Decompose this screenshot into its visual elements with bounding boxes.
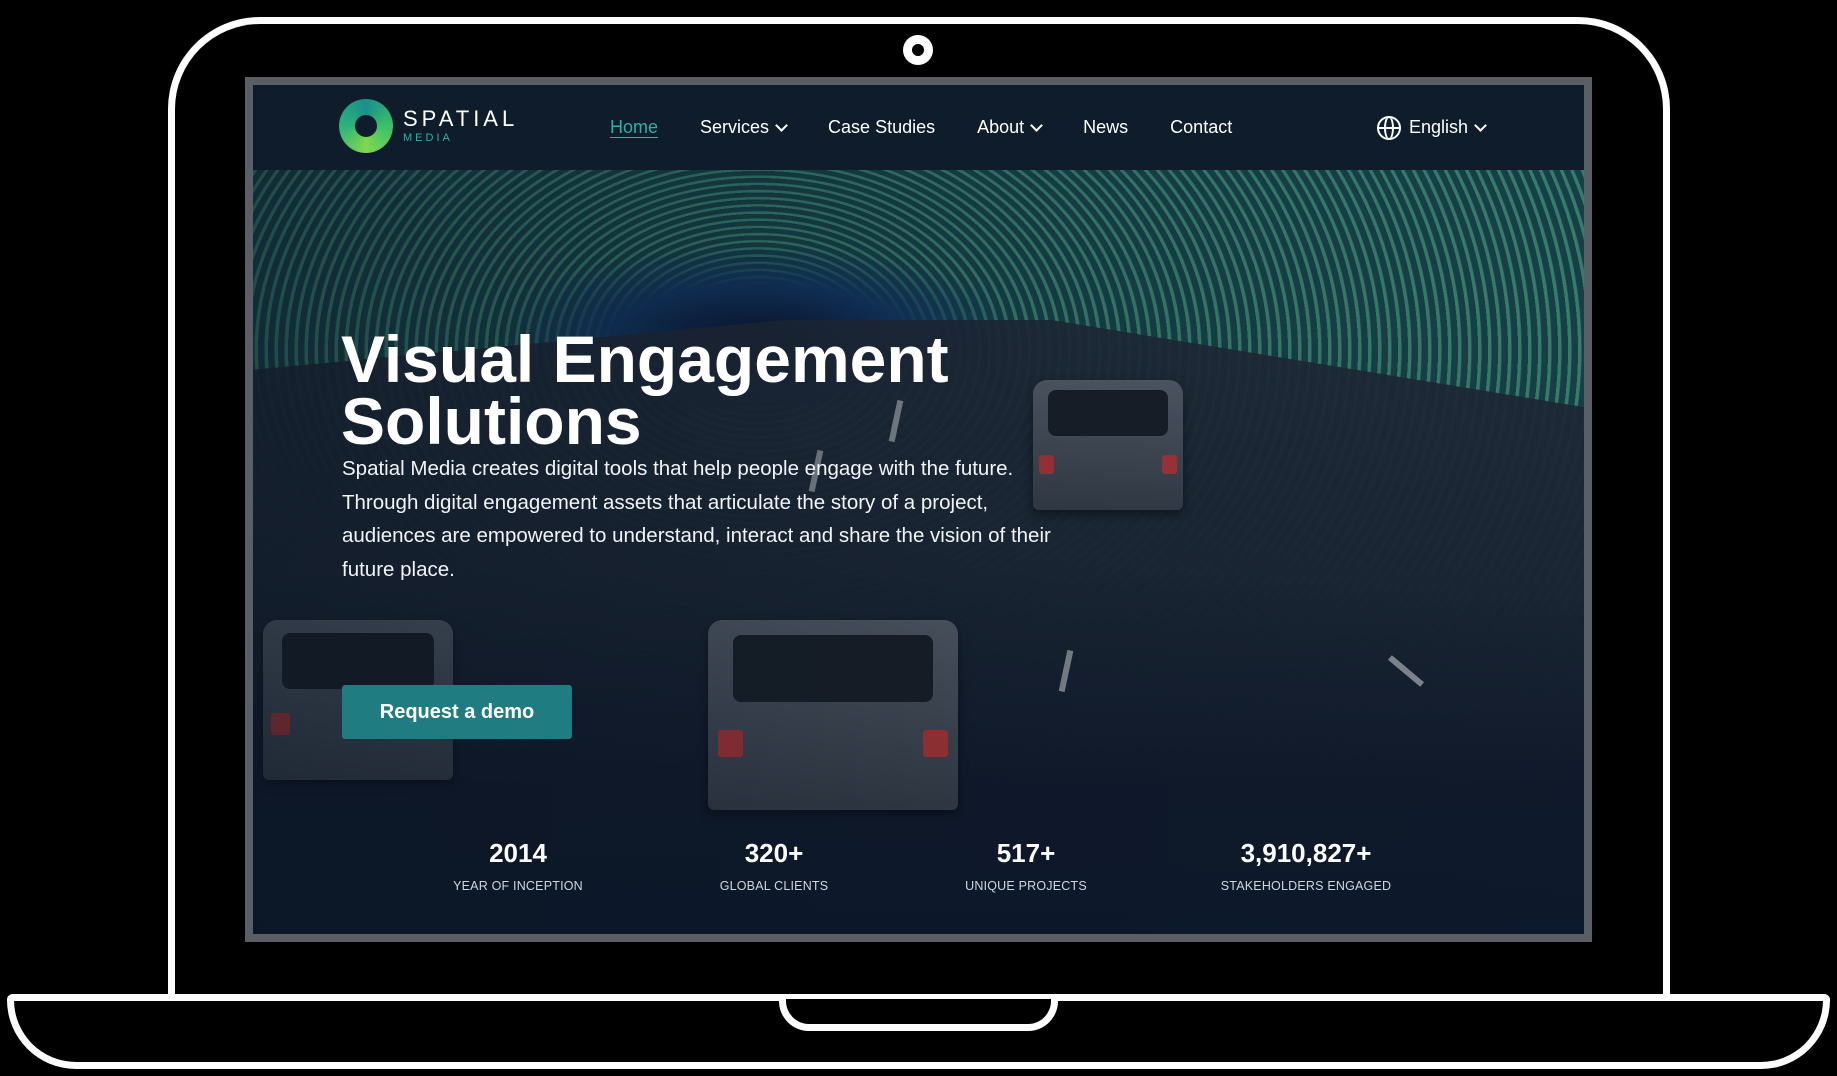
stat-stakeholders-engaged: 3,910,827+ STAKEHOLDERS ENGAGED [1221,828,1391,893]
nav-item-contact[interactable]: Contact [1170,117,1232,138]
logo-ring-icon [339,99,393,153]
globe-icon [1377,115,1401,140]
nav-item-label: Home [610,117,659,137]
stat-year-of-inception: 2014 YEAR OF INCEPTION [453,828,583,893]
nav-item-label: Case Studies [828,117,936,137]
laptop-base-notch [779,999,1058,1031]
logo-name: SPATIAL [403,106,519,131]
stat-value: 517+ [996,838,1056,868]
nav-item-services[interactable]: Services [700,117,788,138]
chevron-down-icon [775,118,788,132]
stat-global-clients: 320+ GLOBAL CLIENTS [720,828,829,893]
language-selector[interactable]: English [1377,85,1487,170]
nav-item-news[interactable]: News [1083,117,1128,138]
nav-item-home[interactable]: Home [610,117,658,138]
nav-item-label: News [1083,117,1129,137]
request-demo-button[interactable]: Request a demo [342,685,572,739]
language-label: English [1409,117,1469,137]
top-navigation: SPATIAL MEDIA Home Services Case Studies… [253,85,1584,170]
stat-label: UNIQUE PROJECTS [965,879,1087,893]
logo-wordmark: SPATIAL MEDIA [403,108,518,144]
chevron-down-icon [1030,118,1044,132]
nav-item-label: About [977,117,1025,137]
nav-menu: Home Services Case Studies About News Co… [610,85,1274,170]
nav-item-about[interactable]: About [977,117,1044,138]
hero-title: Visual Engagement Solutions [341,322,949,458]
brand-logo[interactable]: SPATIAL MEDIA [339,99,518,153]
hero-section: Visual Engagement Solutions Spatial Medi… [253,170,1584,934]
stat-unique-projects: 517+ UNIQUE PROJECTS [965,828,1087,893]
webcam-icon [903,35,933,65]
logo-subname: MEDIA [403,132,453,144]
chevron-down-icon [1474,118,1487,132]
website-screen: SPATIAL MEDIA Home Services Case Studies… [245,77,1592,942]
stat-label: STAKEHOLDERS ENGAGED [1220,879,1392,893]
nav-item-label: Services [700,117,770,137]
nav-item-label: Contact [1170,117,1233,137]
stats-bar: 2014 YEAR OF INCEPTION 320+ GLOBAL CLIEN… [253,828,1584,934]
stat-value: 2014 [489,838,547,868]
stat-value: 320+ [744,838,804,868]
stat-label: YEAR OF INCEPTION [453,879,583,893]
stat-label: GLOBAL CLIENTS [719,879,829,893]
nav-item-case-studies[interactable]: Case Studies [828,117,935,138]
stat-value: 3,910,827+ [1240,838,1372,868]
hero-description: Spatial Media creates digital tools that… [342,457,1051,581]
